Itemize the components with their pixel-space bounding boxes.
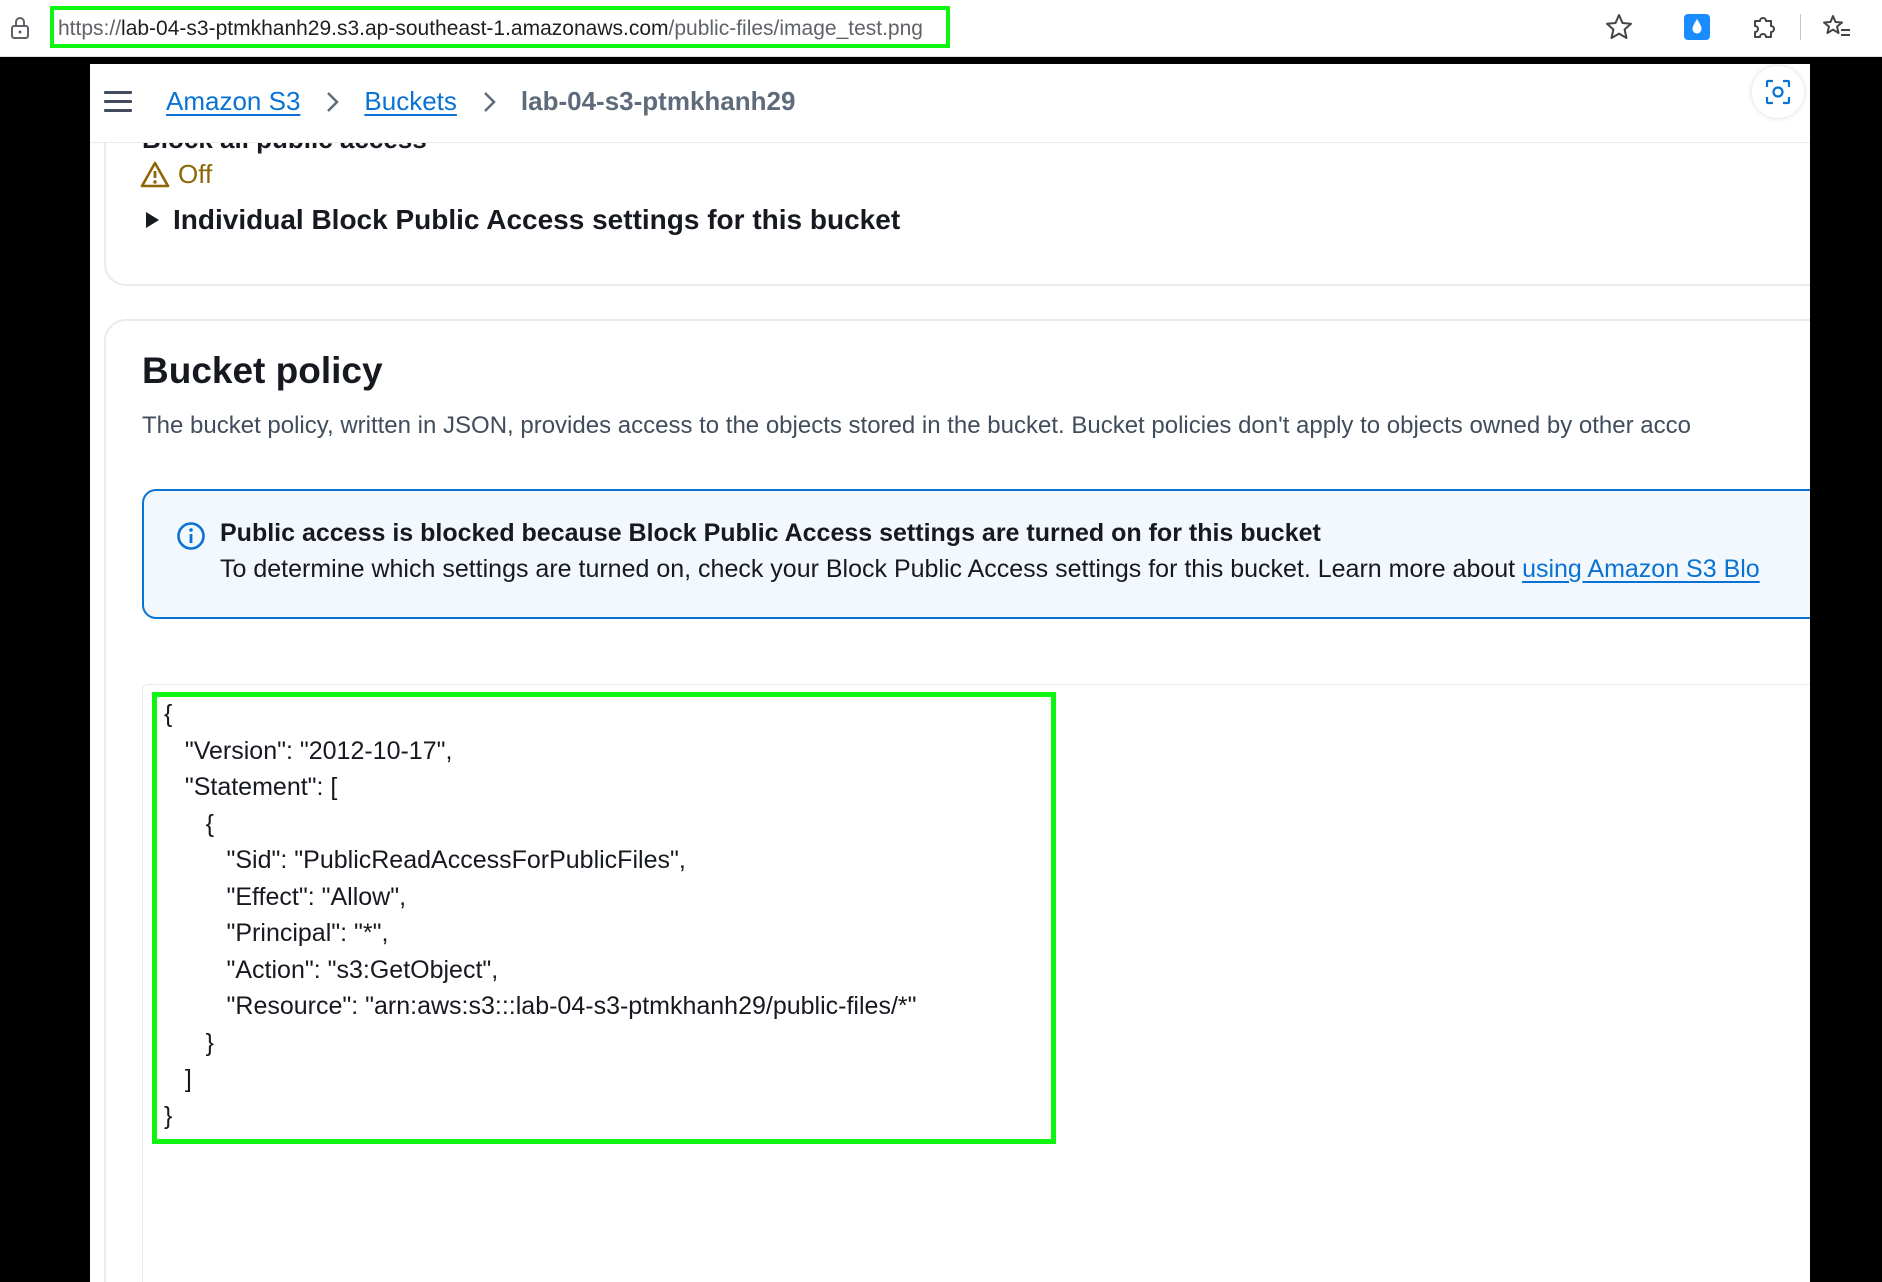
chevron-right-icon [327, 91, 340, 112]
block-public-access-status: Off [140, 159, 212, 190]
alert-body-text: To determine which settings are turned o… [220, 555, 1523, 583]
url-host: lab-04-s3-ptmkhanh29.s3.ap-southeast-1.a… [121, 17, 669, 40]
breadcrumb-amazon-s3[interactable]: Amazon S3 [166, 86, 300, 117]
browser-toolbar: https://lab-04-s3-ptmkhanh29.s3.ap-south… [0, 0, 1882, 57]
url-text: https://lab-04-s3-ptmkhanh29.s3.ap-south… [58, 17, 923, 41]
hamburger-menu-icon[interactable] [104, 91, 132, 113]
address-bar[interactable]: https://lab-04-s3-ptmkhanh29.s3.ap-south… [50, 6, 950, 48]
info-icon [177, 522, 205, 550]
expander-label: Individual Block Public Access settings … [173, 204, 901, 235]
star-icon[interactable] [1604, 12, 1634, 42]
individual-settings-expander[interactable]: Individual Block Public Access settings … [146, 204, 900, 236]
top-navigation: Amazon S3 Buckets lab-04-s3-ptmkhanh29 [90, 64, 1810, 143]
alert-title: Public access is blocked because Block P… [220, 519, 1321, 547]
favorites-icon[interactable] [1822, 12, 1852, 42]
screenshot-icon [1765, 79, 1791, 105]
url-path: /public-files/image_test.png [668, 17, 923, 40]
bucket-policy-title: Bucket policy [142, 350, 383, 391]
chevron-right-icon [484, 91, 496, 112]
breadcrumb: Amazon S3 Buckets lab-04-s3-ptmkhanh29 [166, 86, 795, 117]
policy-json-code: { "Version": "2012-10-17", "Statement": … [164, 700, 917, 1130]
extension-drop-icon[interactable] [1682, 12, 1712, 42]
extensions-puzzle-icon[interactable] [1748, 12, 1778, 42]
bucket-policy-description: The bucket policy, written in JSON, prov… [142, 412, 1691, 439]
toolbar-divider [1800, 14, 1801, 40]
status-off-label: Off [178, 159, 213, 189]
focus-mode-button[interactable] [1752, 66, 1804, 118]
warning-icon [140, 161, 170, 187]
lock-icon[interactable] [10, 16, 30, 40]
alert-body: To determine which settings are turned o… [220, 555, 1760, 584]
s3-console-page: Block all public access Amazon S3 Bucket… [90, 64, 1810, 1282]
breadcrumb-current-bucket: lab-04-s3-ptmkhanh29 [520, 86, 796, 116]
breadcrumb-buckets[interactable]: Buckets [364, 86, 457, 117]
alert-learn-more-link[interactable]: using Amazon S3 Blo [1522, 555, 1760, 583]
url-scheme: https:// [58, 17, 122, 40]
info-alert: Public access is blocked because Block P… [142, 489, 1810, 619]
caret-right-icon [146, 212, 159, 228]
